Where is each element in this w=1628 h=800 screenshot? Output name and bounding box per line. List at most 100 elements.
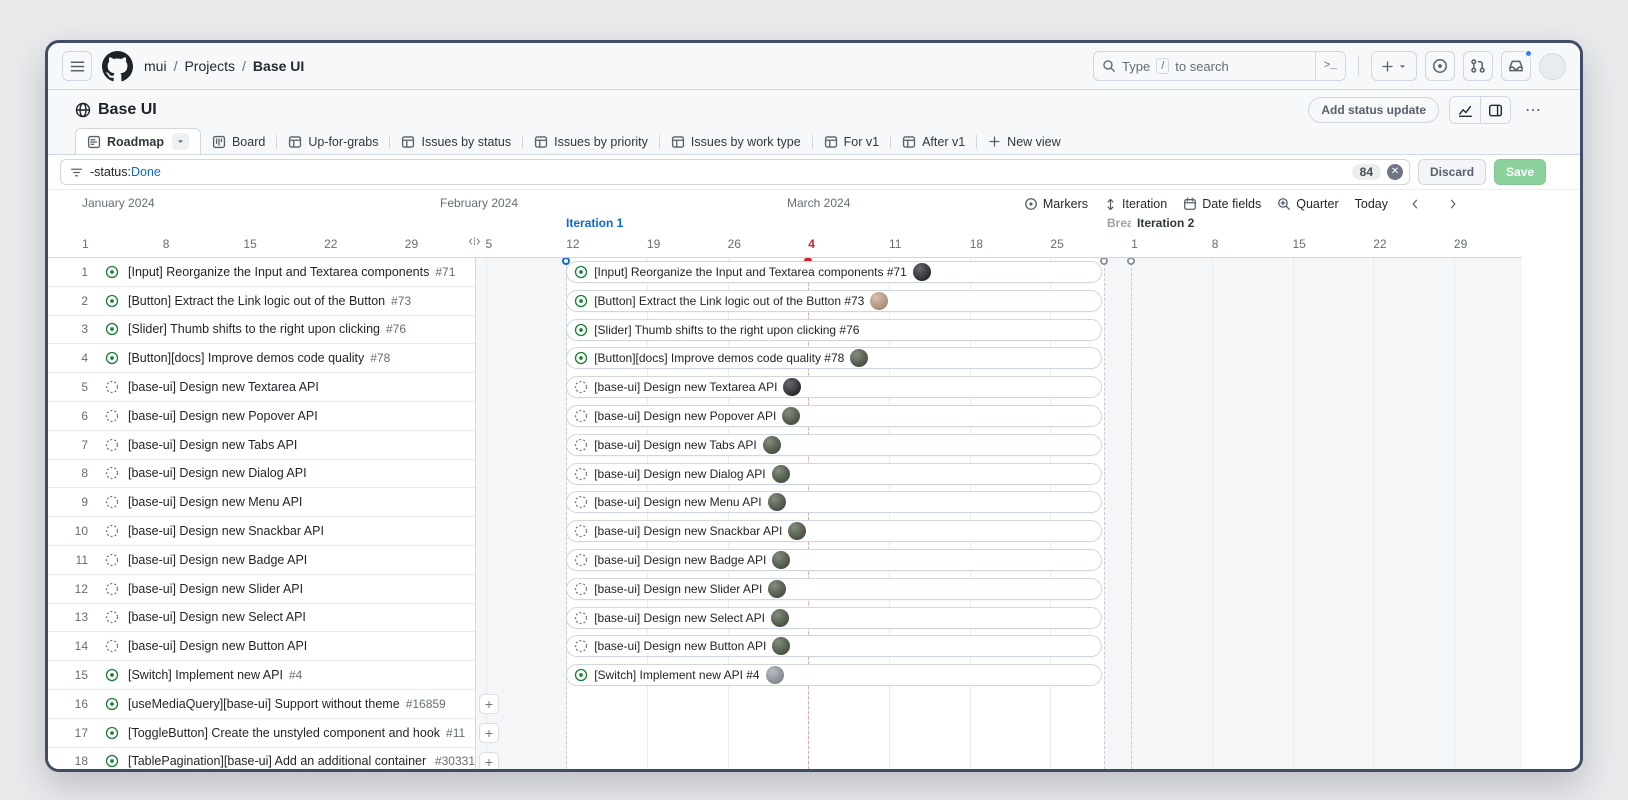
iteration-2-start-marker-line xyxy=(1131,258,1132,769)
discard-button[interactable]: Discard xyxy=(1418,159,1486,185)
iteration-button[interactable]: Iteration xyxy=(1104,197,1167,211)
tab-options-caret[interactable] xyxy=(172,133,189,150)
timeline-bar[interactable]: [base-ui] Design new Menu API xyxy=(566,491,1102,513)
breadcrumb-projects[interactable]: Projects xyxy=(184,58,235,74)
table-row[interactable]: 16[useMediaQuery][base-ui] Support witho… xyxy=(48,690,475,719)
table-row[interactable]: 3[Slider] Thumb shifts to the right upon… xyxy=(48,316,475,345)
side-panel-button[interactable] xyxy=(1480,97,1510,123)
table-row[interactable]: 2[Button] Extract the Link logic out of … xyxy=(48,287,475,316)
pull-requests-button[interactable] xyxy=(1463,51,1493,81)
week-gridline xyxy=(1212,258,1213,769)
project-menu-button[interactable]: ⋯ xyxy=(1521,100,1546,120)
markers-button[interactable]: Markers xyxy=(1024,197,1088,211)
draft-issue-icon xyxy=(105,466,119,480)
draft-issue-icon xyxy=(574,582,588,596)
table-row[interactable]: 9[base-ui] Design new Menu API xyxy=(48,488,475,517)
save-button[interactable]: Save xyxy=(1494,159,1546,185)
tab-issues-by-work-type[interactable]: Issues by work type xyxy=(660,129,812,154)
clear-filter-icon[interactable]: ✕ xyxy=(1387,164,1403,180)
iteration-1-label: Iteration 1 xyxy=(566,216,623,230)
table-icon xyxy=(671,135,685,149)
table-row[interactable]: 15[Switch] Implement new API#4 xyxy=(48,661,475,690)
timeline-bar[interactable]: [Button] Extract the Link logic out of t… xyxy=(566,290,1102,312)
table-row[interactable]: 7[base-ui] Design new Tabs API xyxy=(48,431,475,460)
table-row[interactable]: 6[base-ui] Design new Popover API xyxy=(48,402,475,431)
issue-number: #78 xyxy=(370,351,390,365)
issue-open-icon xyxy=(574,351,588,365)
add-date-button[interactable]: + xyxy=(479,723,499,743)
scroll-right-button[interactable] xyxy=(1442,193,1464,215)
draft-issue-icon xyxy=(574,524,588,538)
timeline-bar[interactable]: [Button][docs] Improve demos code qualit… xyxy=(566,347,1102,369)
tab-after-v1[interactable]: After v1 xyxy=(891,129,976,154)
month-label: March 2024 xyxy=(787,196,850,210)
today-button[interactable]: Today xyxy=(1355,197,1388,211)
timeline-bar[interactable]: [base-ui] Design new Snackbar API xyxy=(566,520,1102,542)
up-down-arrow-icon xyxy=(1104,198,1117,211)
table-row[interactable]: 18[TablePagination][base-ui] Add an addi… xyxy=(48,748,475,769)
row-title: [Slider] Thumb shifts to the right upon … xyxy=(128,322,380,336)
tab-issues-by-status[interactable]: Issues by status xyxy=(390,129,522,154)
date-fields-button[interactable]: Date fields xyxy=(1183,197,1261,211)
timeline-bar[interactable]: [base-ui] Design new Button API xyxy=(566,635,1102,657)
tab-roadmap[interactable]: Roadmap xyxy=(75,128,201,154)
timeline-bar[interactable]: [Input] Reorganize the Input and Textare… xyxy=(566,261,1102,283)
timeline-bar[interactable]: [base-ui] Design new Select API xyxy=(566,607,1102,629)
assignee-avatar xyxy=(782,407,800,425)
issue-open-icon xyxy=(574,323,588,337)
timeline-bar[interactable]: [base-ui] Design new Popover API xyxy=(566,405,1102,427)
quarter-zoom-button[interactable]: Quarter xyxy=(1277,197,1338,211)
issues-button[interactable] xyxy=(1425,51,1455,81)
global-search-input[interactable]: Type / to search >_ xyxy=(1093,51,1346,81)
timeline-bar[interactable]: [base-ui] Design new Slider API xyxy=(566,578,1102,600)
table-row[interactable]: 17[ToggleButton] Create the unstyled com… xyxy=(48,719,475,748)
column-resize-handle[interactable] xyxy=(468,235,481,248)
hamburger-menu-button[interactable] xyxy=(62,51,92,81)
timeline-bar[interactable]: [Switch] Implement new API #4 xyxy=(566,664,1102,686)
add-status-update-button[interactable]: Add status update xyxy=(1308,97,1439,123)
filter-input[interactable]: -status:Done 84 ✕ xyxy=(60,159,1410,185)
timeline-bar[interactable]: [base-ui] Design new Tabs API xyxy=(566,434,1102,456)
insights-button[interactable] xyxy=(1450,97,1480,123)
tab-for-v1[interactable]: For v1 xyxy=(813,129,890,154)
timeline-bar[interactable]: [Slider] Thumb shifts to the right upon … xyxy=(566,319,1102,341)
table-row[interactable]: 8[base-ui] Design new Dialog API xyxy=(48,460,475,489)
pane-divider[interactable] xyxy=(475,258,476,769)
table-row[interactable]: 4[Button][docs] Improve demos code quali… xyxy=(48,344,475,373)
table-row[interactable]: 12[base-ui] Design new Slider API xyxy=(48,575,475,604)
timeline-bar[interactable]: [base-ui] Design new Dialog API xyxy=(566,463,1102,485)
new-view-button[interactable]: New view xyxy=(977,129,1072,154)
breadcrumb-project-name[interactable]: Base UI xyxy=(253,58,304,74)
issue-number: #4 xyxy=(289,668,302,682)
view-toggle-group xyxy=(1449,96,1511,124)
add-date-button[interactable]: + xyxy=(479,694,499,714)
breadcrumb-org[interactable]: mui xyxy=(144,58,167,74)
inbox-button[interactable] xyxy=(1501,51,1531,81)
add-date-button[interactable]: + xyxy=(479,752,499,769)
table-row[interactable]: 13[base-ui] Design new Select API xyxy=(48,604,475,633)
tab-label: Issues by work type xyxy=(691,135,801,149)
issue-number: #73 xyxy=(391,294,411,308)
github-logo[interactable] xyxy=(102,50,134,82)
table-row[interactable]: 14[base-ui] Design new Button API xyxy=(48,632,475,661)
table-row[interactable]: 5[base-ui] Design new Textarea API xyxy=(48,373,475,402)
bar-title: [base-ui] Design new Badge API xyxy=(594,553,766,567)
iteration-2-label: Iteration 2 xyxy=(1134,216,1194,230)
tab-up-for-grabs[interactable]: Up-for-grabs xyxy=(277,129,389,154)
row-number: 18 xyxy=(58,754,88,768)
timeline-bar[interactable]: [base-ui] Design new Textarea API xyxy=(566,376,1102,398)
command-palette-icon[interactable]: >_ xyxy=(1315,52,1345,80)
user-avatar[interactable] xyxy=(1539,53,1566,80)
assignee-avatar xyxy=(772,465,790,483)
tab-issues-by-priority[interactable]: Issues by priority xyxy=(523,129,659,154)
create-new-button[interactable] xyxy=(1371,51,1417,81)
issue-number: #30331 xyxy=(435,754,475,768)
tab-board[interactable]: Board xyxy=(201,129,276,154)
table-row[interactable]: 1[Input] Reorganize the Input and Textar… xyxy=(48,258,475,287)
global-header: mui / Projects / Base UI Type / to searc… xyxy=(48,43,1580,90)
table-row[interactable]: 10[base-ui] Design new Snackbar API xyxy=(48,517,475,546)
timeline-bar[interactable]: [base-ui] Design new Badge API xyxy=(566,549,1102,571)
table-row[interactable]: 11[base-ui] Design new Badge API xyxy=(48,546,475,575)
scroll-left-button[interactable] xyxy=(1404,193,1426,215)
row-number: 14 xyxy=(58,639,88,653)
